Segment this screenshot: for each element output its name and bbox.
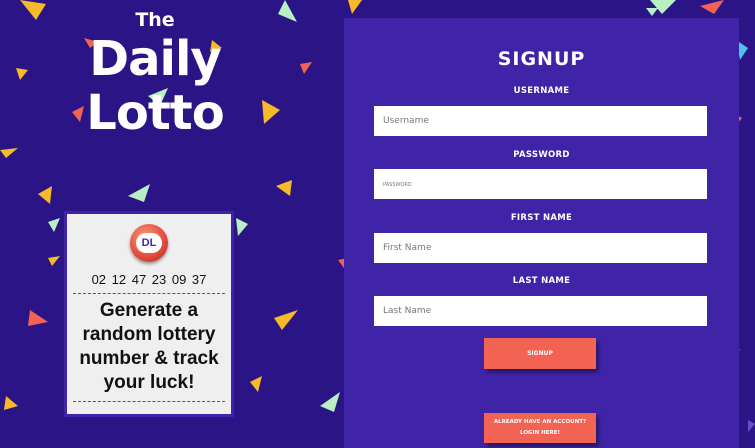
last-name-label: LAST NAME (512, 276, 571, 286)
confetti-triangle (48, 218, 60, 232)
confetti-triangle (38, 186, 52, 204)
signup-form-panel: SIGNUP USERNAME PASSWORD FIRST NAME LAST… (344, 18, 739, 448)
confetti-triangle (0, 148, 18, 158)
logo-line-lotto: Lotto (86, 85, 224, 141)
logo-line-the: The (135, 9, 175, 31)
tagline-line: Generate a (99, 300, 199, 321)
confetti-triangle (48, 256, 60, 266)
lottery-ticket-card: DL 02 12 47 23 09 37 Generate a random l… (64, 211, 234, 417)
confetti-triangle (748, 420, 755, 432)
username-label: USERNAME (513, 86, 570, 96)
ticket-divider-top (73, 293, 225, 294)
last-name-input[interactable] (374, 296, 707, 326)
confetti-triangle (320, 392, 340, 412)
dl-badge-icon: DL (130, 224, 168, 262)
ticket-divider-bottom (73, 401, 225, 402)
confetti-triangle (236, 218, 248, 236)
confetti-triangle (20, 0, 46, 20)
confetti-triangle (274, 310, 298, 330)
password-label: PASSWORD (513, 150, 570, 160)
first-name-input[interactable] (374, 233, 707, 263)
badge-text: DL (136, 233, 162, 253)
signup-button[interactable]: SIGNUP (484, 338, 596, 369)
confetti-triangle (300, 62, 312, 74)
confetti-triangle (700, 0, 724, 14)
confetti-triangle (4, 396, 18, 410)
confetti-triangle (128, 184, 150, 202)
confetti-triangle (16, 68, 28, 80)
confetti-triangle (28, 310, 48, 326)
tagline-line: number & track (79, 348, 219, 369)
daily-lotto-logo: The Daily Lotto (70, 8, 240, 140)
confetti-triangle (262, 100, 280, 124)
username-input[interactable] (374, 106, 707, 136)
login-button-line1: ALREADY HAVE AN ACCOUNT? (493, 419, 587, 425)
logo-line-daily: Daily (89, 31, 221, 87)
form-title: SIGNUP (497, 48, 586, 70)
confetti-triangle (348, 0, 362, 14)
confetti-triangle (646, 8, 658, 16)
ticket-tagline: Generate a random lottery number & track… (69, 299, 229, 395)
password-input[interactable] (374, 169, 707, 199)
tagline-line: your luck! (103, 372, 195, 393)
login-button-line2: LOGIN HERE! (520, 430, 560, 436)
lottery-numbers: 02 12 47 23 09 37 (91, 272, 207, 287)
tagline-line: random lottery (82, 324, 216, 345)
confetti-triangle (276, 180, 292, 196)
confetti-triangle (278, 0, 297, 22)
first-name-label: FIRST NAME (510, 213, 573, 223)
confetti-triangle (250, 376, 262, 392)
